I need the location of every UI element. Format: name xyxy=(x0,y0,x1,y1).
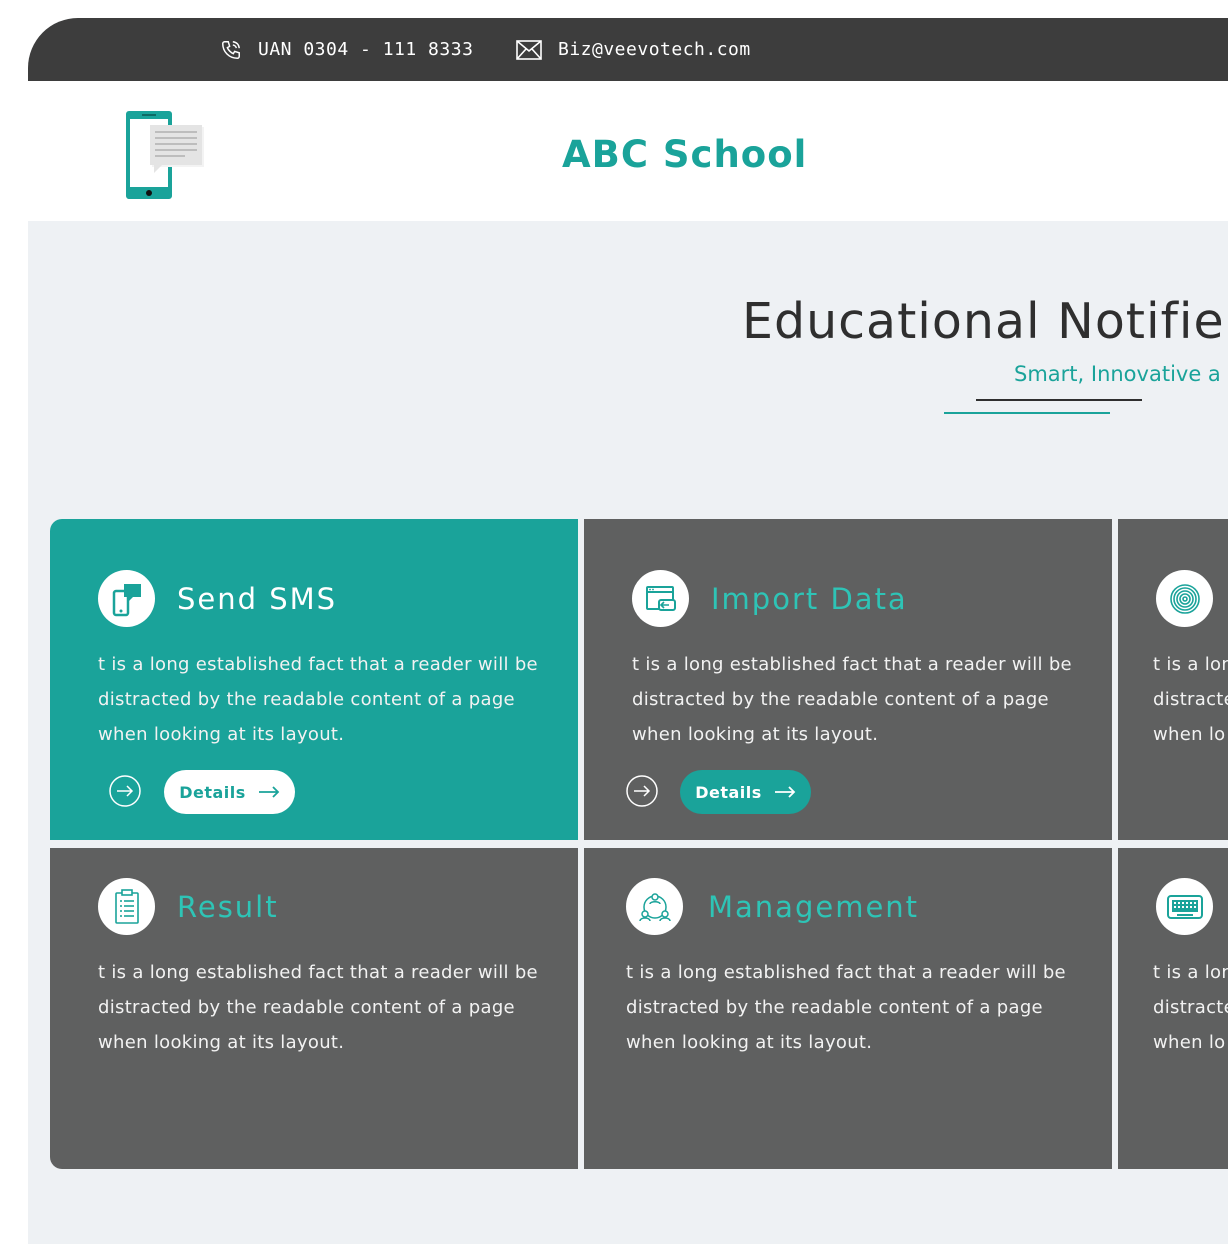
feature-card-keyboard[interactable]: t is a lon distracte when lo xyxy=(1118,848,1228,1169)
card-title: Management xyxy=(708,890,920,924)
feature-card-result[interactable]: Result t is a long established fact that… xyxy=(50,848,578,1169)
feature-card-fingerprint[interactable]: t is a lon distracte when lo xyxy=(1118,519,1228,840)
phone-number: UAN 0304 - 111 8333 xyxy=(258,39,474,60)
fingerprint-icon xyxy=(1156,570,1213,627)
top-contact-bar: UAN 0304 - 111 8333 Biz@veevotech.com xyxy=(28,18,1228,81)
card-description: t is a lon distracte when lo xyxy=(1153,962,1228,1053)
import-window-icon xyxy=(632,570,689,627)
card-description: t is a long established fact that a read… xyxy=(98,962,538,1053)
title-divider-teal xyxy=(944,412,1110,414)
page-title: Educational Notifier xyxy=(742,293,1228,350)
card-description: t is a long established fact that a read… xyxy=(632,654,1072,745)
clipboard-icon xyxy=(98,878,155,935)
email-address: Biz@veevotech.com xyxy=(558,39,751,60)
details-button-label: Details xyxy=(179,782,246,802)
site-header: ABC School xyxy=(28,81,1228,221)
feature-card-send-sms[interactable]: Send SMS t is a long established fact th… xyxy=(50,519,578,840)
phone-icon xyxy=(222,40,240,59)
feature-card-management[interactable]: Management t is a long established fact … xyxy=(584,848,1112,1169)
card-title: Import Data xyxy=(711,582,908,616)
email-contact[interactable]: Biz@veevotech.com xyxy=(516,18,751,81)
card-description: t is a lon distracte when lo xyxy=(1153,654,1228,745)
network-people-icon xyxy=(626,878,683,935)
card-description: t is a long established fact that a read… xyxy=(626,962,1066,1053)
envelope-icon xyxy=(516,39,542,60)
card-title: Result xyxy=(177,890,279,924)
card-description: t is a long established fact that a read… xyxy=(98,654,538,745)
details-button[interactable]: Details xyxy=(164,770,295,814)
arrow-right-icon xyxy=(774,786,796,798)
details-button[interactable]: Details xyxy=(680,770,811,814)
keyboard-icon xyxy=(1156,878,1213,935)
arrow-circle-icon[interactable] xyxy=(109,775,141,807)
arrow-circle-icon[interactable] xyxy=(626,775,658,807)
school-name[interactable]: ABC School xyxy=(562,133,807,176)
sms-phone-icon xyxy=(98,570,155,627)
title-divider-dark xyxy=(976,399,1142,401)
arrow-right-icon xyxy=(258,786,280,798)
page-subtitle: Smart, Innovative a xyxy=(1014,362,1221,386)
phone-sms-logo[interactable] xyxy=(124,109,208,205)
feature-card-import-data[interactable]: Import Data t is a long established fact… xyxy=(584,519,1112,840)
phone-contact[interactable]: UAN 0304 - 111 8333 xyxy=(220,18,473,81)
card-title: Send SMS xyxy=(177,582,338,616)
details-button-label: Details xyxy=(695,782,762,802)
page-frame: UAN 0304 - 111 8333 Biz@veevotech.com AB… xyxy=(28,18,1228,1244)
